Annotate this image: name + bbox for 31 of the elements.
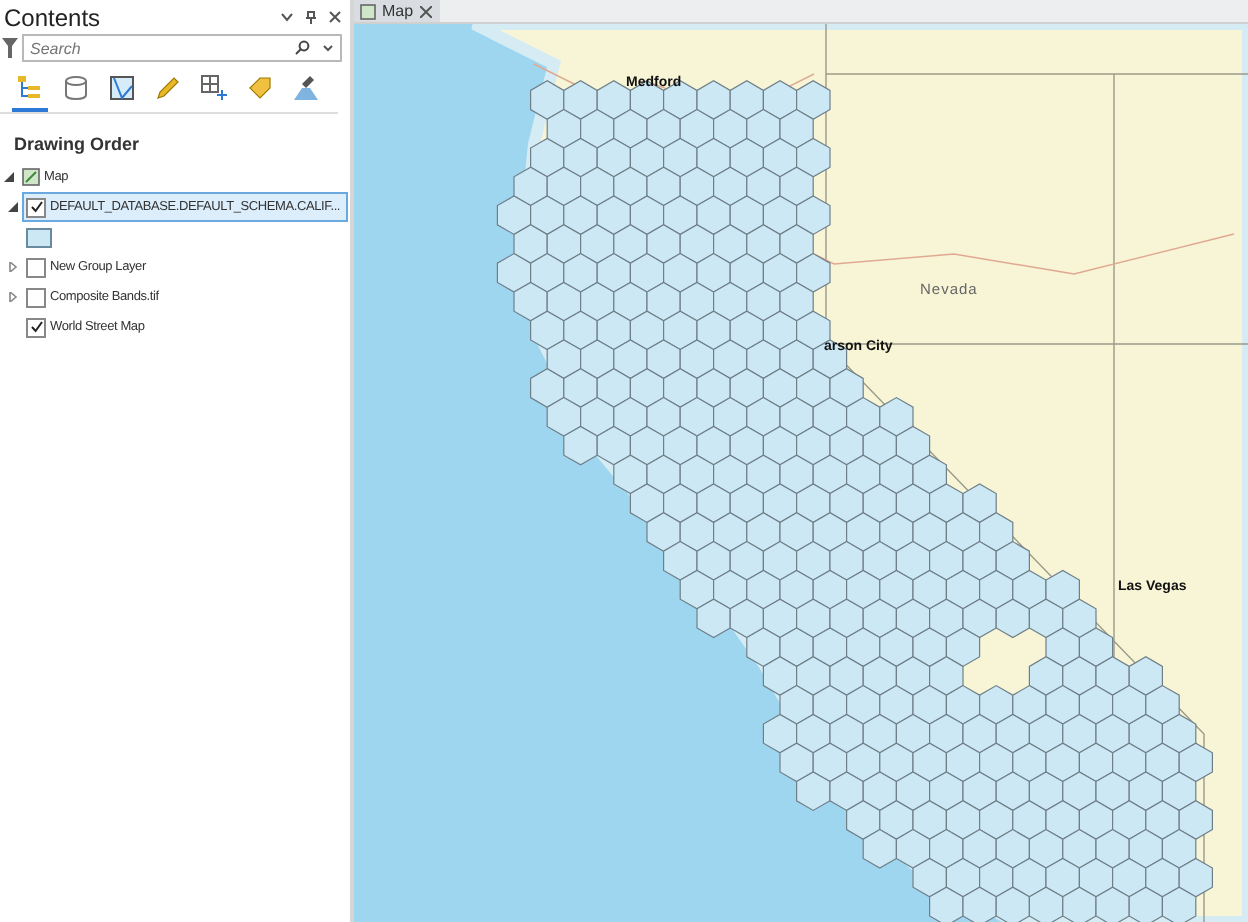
expanded-arrow-icon[interactable] [4,172,14,182]
pin-icon[interactable] [304,10,318,24]
tag-icon [246,74,274,102]
search-icon[interactable] [294,40,310,56]
close-icon[interactable] [419,5,432,17]
collapsed-arrow-icon[interactable] [8,292,18,302]
symbol-swatch [26,227,52,247]
pencil-icon [154,74,182,102]
collapsed-arrow-icon[interactable] [8,262,18,272]
map-select-icon [108,74,136,102]
checkbox[interactable] [26,317,46,337]
map-drawing[interactable] [354,24,1248,922]
pane-title: Contents [4,3,101,31]
dropdown-icon[interactable] [320,40,336,56]
search-field[interactable]: Search [22,34,342,62]
brush-icon [292,74,320,102]
section-heading: Drawing Order [12,132,142,158]
grid-plus-icon [200,74,228,102]
database-icon [62,74,90,102]
filter-icon[interactable] [2,38,18,58]
map-tab[interactable]: Map [354,0,440,22]
checkbox[interactable] [26,257,46,277]
map-icon [360,3,376,19]
dropdown-icon[interactable] [280,10,294,24]
checkbox[interactable] [26,197,46,217]
close-icon[interactable] [328,10,342,24]
map-icon [22,168,40,186]
expanded-arrow-icon[interactable] [8,202,18,212]
checkbox[interactable] [26,287,46,307]
toolbar-tab[interactable] [12,74,48,112]
list-icon [16,74,44,102]
